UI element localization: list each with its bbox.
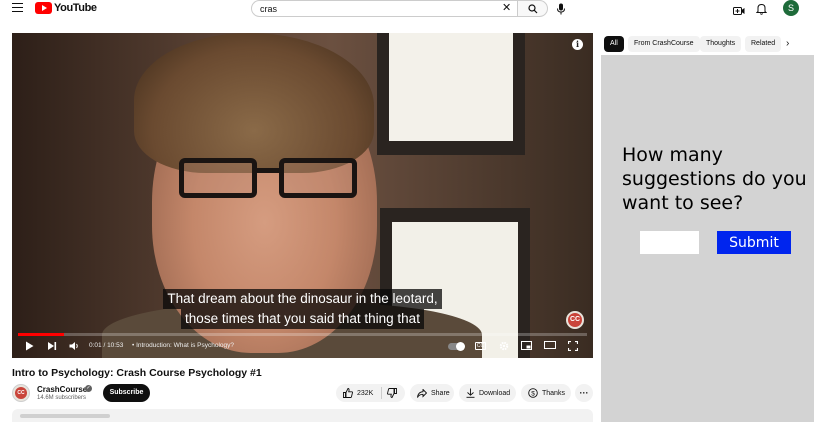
create-button[interactable] xyxy=(733,3,745,21)
account-avatar[interactable]: S xyxy=(783,0,799,16)
subtitles-button[interactable]: CC xyxy=(475,342,486,350)
fullscreen-icon[interactable] xyxy=(568,341,578,351)
share-label: Share xyxy=(431,389,450,397)
search-input[interactable] xyxy=(260,2,490,16)
video-title: Intro to Psychology: Crash Course Psycho… xyxy=(12,367,262,379)
verified-check-icon: ✓ xyxy=(85,385,92,392)
chip-thoughts[interactable]: Thoughts xyxy=(700,36,742,52)
thumbs-up-icon xyxy=(343,388,353,398)
svg-text:$: $ xyxy=(531,390,535,397)
chip-from-crashcourse[interactable]: From CrashCourse xyxy=(628,36,700,52)
video-player[interactable]: i That dream about the dinosaur in the l… xyxy=(12,33,593,358)
presenter-glasses xyxy=(179,158,357,200)
microphone-icon xyxy=(557,3,565,15)
suggestions-overlay: How many suggestions do you want to see?… xyxy=(601,55,814,422)
presenter-hair xyxy=(134,33,374,173)
bell-icon xyxy=(755,3,768,15)
subscriber-count: 14.6M subscribers xyxy=(37,395,87,401)
subscribe-button[interactable]: Subscribe xyxy=(103,384,150,402)
youtube-play-icon xyxy=(35,2,52,14)
play-icon[interactable] xyxy=(25,341,34,351)
thanks-button[interactable]: $ Thanks xyxy=(521,384,571,402)
hamburger-menu-icon[interactable] xyxy=(12,3,23,13)
channel-name[interactable]: CrashCourse xyxy=(37,385,87,394)
channel-avatar[interactable] xyxy=(12,384,30,402)
share-button[interactable]: Share xyxy=(410,384,454,402)
submit-button[interactable]: Submit xyxy=(717,231,791,254)
description-box[interactable] xyxy=(12,409,593,422)
time-display: 0:01 / 10:53 xyxy=(89,342,124,349)
search-box[interactable] xyxy=(251,0,517,17)
chip-all[interactable]: All xyxy=(604,36,624,52)
thanks-dollar-icon: $ xyxy=(528,388,538,398)
info-icon[interactable]: i xyxy=(572,39,583,50)
download-label: Download xyxy=(479,389,511,397)
caption-line: That dream about the dinosaur in the leo… xyxy=(163,289,442,309)
like-divider xyxy=(381,387,382,399)
suggestions-count-input[interactable] xyxy=(640,231,699,254)
logo-text: YouTube xyxy=(54,2,97,14)
download-button[interactable]: Download xyxy=(459,384,516,402)
search-icon xyxy=(528,4,538,14)
video-camera-plus-icon xyxy=(733,7,745,15)
thanks-label: Thanks xyxy=(542,389,565,397)
next-icon[interactable] xyxy=(47,341,57,351)
caption-line: those times that you said that thing tha… xyxy=(181,309,424,329)
clear-search-icon[interactable]: ✕ xyxy=(502,2,511,14)
background-picture-frame xyxy=(377,33,525,155)
settings-gear-icon[interactable] xyxy=(499,341,509,351)
youtube-logo[interactable]: YouTube xyxy=(35,2,97,14)
like-dislike-group: 232K xyxy=(336,384,405,402)
thumbs-down-icon[interactable] xyxy=(387,388,397,398)
like-count[interactable]: 232K xyxy=(357,390,373,397)
captions: That dream about the dinosaur in the leo… xyxy=(12,289,593,329)
volume-icon[interactable] xyxy=(69,341,80,351)
chip-related[interactable]: Related xyxy=(745,36,782,52)
more-actions-button[interactable]: ··· xyxy=(575,384,593,402)
chevron-right-icon[interactable]: › xyxy=(786,38,789,50)
theater-mode-icon[interactable] xyxy=(544,341,556,349)
share-arrow-icon xyxy=(417,388,427,398)
notifications-button[interactable] xyxy=(755,2,768,20)
autoplay-toggle[interactable] xyxy=(448,342,465,351)
miniplayer-icon[interactable] xyxy=(521,341,532,350)
channel-watermark[interactable]: CC xyxy=(566,311,584,329)
download-icon xyxy=(466,388,475,398)
top-bar: YouTube ✕ S xyxy=(0,0,814,17)
search-button[interactable] xyxy=(517,0,548,17)
chapter-title[interactable]: • Introduction: What is Psychology? xyxy=(132,342,234,349)
overlay-question: How many suggestions do you want to see? xyxy=(622,144,807,214)
like-button[interactable] xyxy=(343,388,353,398)
voice-search-button[interactable] xyxy=(556,2,566,20)
player-controls: 0:01 / 10:53 • Introduction: What is Psy… xyxy=(12,336,593,358)
